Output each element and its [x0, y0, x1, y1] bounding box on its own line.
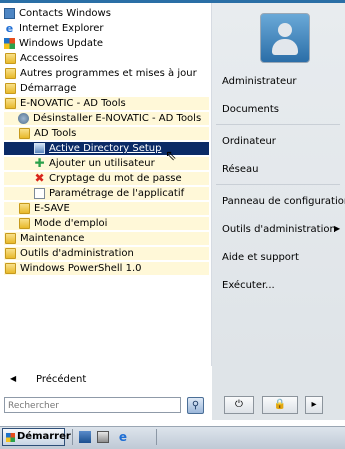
- program-parametrage[interactable]: Paramétrage de l'applicatif: [4, 187, 209, 200]
- program-label: Cryptage du mot de passe: [49, 173, 182, 184]
- folder-icon: [5, 83, 16, 94]
- folder-icon: [19, 128, 30, 139]
- power-options-button[interactable]: ▸: [305, 396, 323, 414]
- folder-label: Accessoires: [20, 53, 79, 64]
- power-icon: ⏻: [235, 399, 243, 410]
- search-icon: ⚲: [191, 400, 200, 411]
- show-desktop-icon[interactable]: [79, 431, 91, 443]
- taskbar-divider: [156, 429, 157, 445]
- programs-pane: Contacts Windows e Internet Explorer Win…: [0, 3, 212, 366]
- user-body-shape: [272, 39, 298, 55]
- folder-label: Windows PowerShell 1.0: [20, 263, 142, 274]
- place-label: Panneau de configuration: [222, 196, 345, 207]
- program-ajouter-utilisateur[interactable]: ✚ Ajouter un utilisateur: [4, 157, 209, 170]
- windows-update-icon: [4, 38, 15, 49]
- place-aide-support[interactable]: Aide et support: [222, 252, 299, 263]
- program-contacts-windows[interactable]: Contacts Windows: [4, 7, 209, 20]
- folder-windows-powershell[interactable]: Windows PowerShell 1.0: [4, 262, 209, 275]
- folder-accessoires[interactable]: Accessoires: [4, 52, 209, 65]
- program-label: Ajouter un utilisateur: [49, 158, 155, 169]
- place-reseau[interactable]: Réseau: [222, 164, 258, 175]
- folder-icon: [5, 98, 16, 109]
- program-desinstaller[interactable]: Désinstaller E-NOVATIC - AD Tools: [4, 112, 209, 125]
- folder-icon: [5, 68, 16, 79]
- program-cryptage[interactable]: ✖ Cryptage du mot de passe: [4, 172, 209, 185]
- folder-label: Autres programmes et mises à jour: [20, 68, 197, 79]
- chevron-right-icon: ▸: [311, 399, 317, 410]
- program-label: Contacts Windows: [19, 8, 111, 19]
- place-label: Aide et support: [222, 252, 299, 263]
- place-label: Exécuter...: [222, 280, 275, 291]
- place-administrateur[interactable]: Administrateur: [222, 76, 297, 87]
- back-button[interactable]: ◀ Précédent: [0, 366, 211, 394]
- folder-label: Démarrage: [20, 83, 77, 94]
- program-active-directory-setup[interactable]: Active Directory Setup: [4, 142, 209, 155]
- folder-label: Maintenance: [20, 233, 85, 244]
- ie-taskbar-icon[interactable]: e: [117, 431, 129, 443]
- folder-autres-programmes[interactable]: Autres programmes et mises à jour: [4, 67, 209, 80]
- folder-icon: [19, 218, 30, 229]
- start-button[interactable]: Démarrer: [2, 428, 71, 446]
- ie-icon: e: [5, 22, 14, 35]
- folder-label: Mode d'emploi: [34, 218, 108, 229]
- document-icon: [34, 188, 45, 199]
- red-x-icon: ✖: [34, 171, 45, 185]
- folder-ad-tools[interactable]: AD Tools: [4, 127, 209, 140]
- windows-logo-icon: [6, 433, 15, 442]
- place-documents[interactable]: Documents: [222, 104, 279, 115]
- folder-icon: [5, 248, 16, 259]
- place-outils-administration[interactable]: Outils d'administration ▶: [222, 224, 340, 235]
- folder-e-novatic-ad-tools[interactable]: E-NOVATIC - AD Tools: [4, 97, 209, 110]
- search-input[interactable]: Rechercher: [4, 397, 181, 413]
- app-icon: [34, 143, 45, 154]
- power-button[interactable]: ⏻: [224, 396, 254, 414]
- folder-outils-administration[interactable]: Outils d'administration: [4, 247, 209, 260]
- place-label: Réseau: [222, 164, 259, 175]
- add-user-icon: ✚: [34, 156, 45, 170]
- back-arrow-icon: ◀: [10, 374, 17, 383]
- place-ordinateur[interactable]: Ordinateur: [222, 136, 276, 147]
- folder-label: AD Tools: [34, 128, 77, 139]
- place-label: Administrateur: [222, 76, 297, 87]
- folder-icon: [19, 203, 30, 214]
- folder-icon: [5, 233, 16, 244]
- mouse-cursor-icon: ⇖: [165, 148, 177, 164]
- place-panneau-configuration[interactable]: Panneau de configuration: [222, 196, 345, 207]
- separator: [216, 124, 340, 125]
- folder-icon: [5, 53, 16, 64]
- search-button[interactable]: ⚲: [187, 397, 204, 414]
- user-avatar[interactable]: [260, 13, 310, 63]
- folder-label: E-SAVE: [34, 203, 70, 214]
- folder-maintenance[interactable]: Maintenance: [4, 232, 209, 245]
- folder-e-save[interactable]: E-SAVE: [4, 202, 209, 215]
- folder-mode-emploi[interactable]: Mode d'emploi: [4, 217, 209, 230]
- place-label: Ordinateur: [222, 136, 276, 147]
- program-label: Paramétrage de l'applicatif: [49, 188, 185, 199]
- uninstall-icon: [18, 113, 29, 124]
- place-label: Documents: [222, 104, 280, 115]
- back-label: Précédent: [36, 374, 87, 385]
- place-label: Outils d'administration: [222, 224, 336, 235]
- contacts-icon: [4, 8, 15, 19]
- folder-label: Outils d'administration: [20, 248, 134, 259]
- program-label: Internet Explorer: [19, 23, 104, 34]
- folder-demarrage[interactable]: Démarrage: [4, 82, 209, 95]
- lock-button[interactable]: 🔒: [262, 396, 298, 414]
- folder-label: E-NOVATIC - AD Tools: [20, 98, 126, 109]
- place-executer[interactable]: Exécuter...: [222, 280, 275, 291]
- program-label: Désinstaller E-NOVATIC - AD Tools: [33, 113, 202, 124]
- folder-icon: [5, 263, 16, 274]
- server-manager-icon[interactable]: [97, 431, 109, 443]
- user-head-shape: [278, 23, 292, 37]
- start-label: Démarrer: [17, 431, 71, 442]
- program-internet-explorer[interactable]: e Internet Explorer: [4, 22, 209, 35]
- submenu-arrow-icon: ▶: [334, 224, 341, 233]
- lock-icon: 🔒: [273, 399, 287, 410]
- program-windows-update[interactable]: Windows Update: [4, 37, 209, 50]
- program-label: Active Directory Setup: [49, 143, 162, 154]
- program-label: Windows Update: [19, 38, 104, 49]
- taskbar-divider: [72, 429, 73, 445]
- separator: [216, 184, 340, 185]
